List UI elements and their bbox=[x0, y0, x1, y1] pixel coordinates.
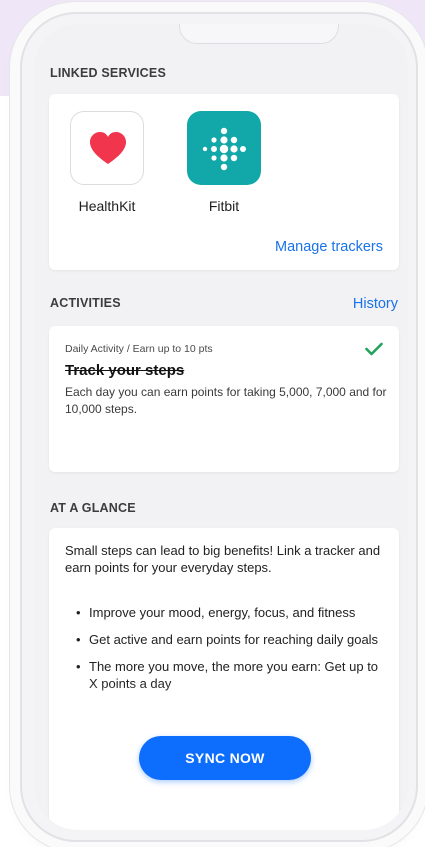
activities-heading: ACTIVITIES bbox=[50, 296, 121, 310]
at-a-glance-heading: AT A GLANCE bbox=[50, 501, 136, 515]
activity-title: Track your steps bbox=[65, 362, 185, 379]
activity-card[interactable]: Daily Activity / Earn up to 10 pts Track… bbox=[49, 326, 399, 472]
phone-volume-down bbox=[10, 236, 18, 262]
bullet-item: Improve your mood, energy, focus, and fi… bbox=[65, 604, 385, 621]
linked-services-card: HealthKit Fitbit Manage trackers bbox=[49, 94, 399, 270]
phone-notch bbox=[179, 24, 339, 44]
phone-volume-up bbox=[10, 200, 18, 226]
at-a-glance-card: Small steps can lead to big benefits! Li… bbox=[49, 528, 399, 830]
app-screen: LINKED SERVICES HealthKit Fitbit Manage … bbox=[34, 24, 408, 830]
check-icon bbox=[365, 342, 383, 356]
fitbit-tile[interactable] bbox=[187, 111, 261, 185]
phone-silent-switch bbox=[10, 148, 18, 182]
activity-subtitle: Daily Activity / Earn up to 10 pts bbox=[65, 343, 213, 355]
linked-services-heading: LINKED SERVICES bbox=[50, 66, 166, 80]
fitbit-dots-icon bbox=[202, 127, 246, 171]
manage-trackers-link[interactable]: Manage trackers bbox=[275, 239, 383, 255]
fitbit-label: Fitbit bbox=[208, 198, 240, 214]
activity-description: Each day you can earn points for taking … bbox=[65, 385, 387, 416]
healthkit-label: HealthKit bbox=[78, 198, 136, 214]
at-a-glance-intro: Small steps can lead to big benefits! Li… bbox=[65, 543, 381, 575]
history-link[interactable]: History bbox=[353, 296, 398, 312]
healthkit-tile[interactable] bbox=[70, 111, 144, 185]
bullet-item: Get active and earn points for reaching … bbox=[65, 631, 385, 648]
heart-icon bbox=[90, 132, 126, 164]
sync-now-button[interactable]: SYNC NOW bbox=[139, 736, 311, 780]
